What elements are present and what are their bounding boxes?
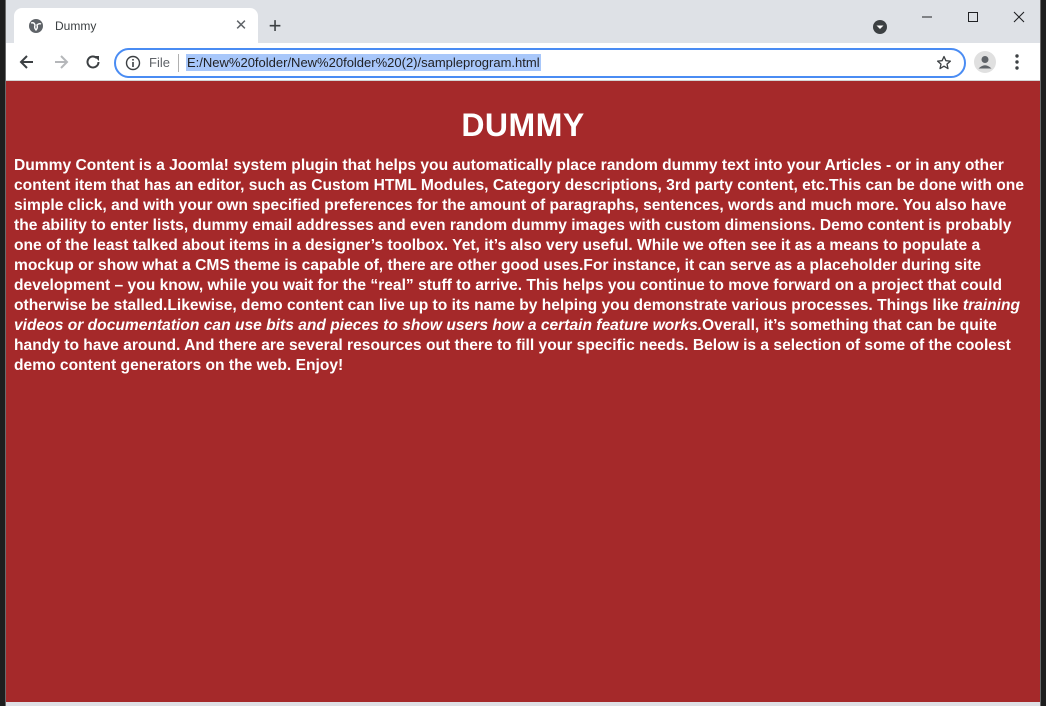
new-tab-button[interactable]: + bbox=[265, 15, 285, 37]
tab-title: Dummy bbox=[55, 19, 97, 33]
url-text[interactable]: E:/New%20folder/New%20folder%20(2)/sampl… bbox=[186, 54, 541, 71]
close-window-icon bbox=[1013, 11, 1025, 23]
globe-icon bbox=[28, 18, 44, 34]
close-icon[interactable]: ✕ bbox=[233, 18, 249, 34]
tab-dummy[interactable]: Dummy ✕ bbox=[14, 8, 258, 43]
maximize-button[interactable] bbox=[950, 0, 996, 34]
minimize-button[interactable] bbox=[904, 0, 950, 34]
minimize-icon bbox=[922, 16, 932, 18]
scheme-label: File bbox=[149, 55, 170, 70]
omnibox-divider bbox=[178, 54, 179, 72]
browser-toolbar: File E:/New%20folder/New%20folder%20(2)/… bbox=[6, 43, 1040, 81]
page-viewport: DUMMY Dummy Content is a Joomla! system … bbox=[6, 81, 1040, 702]
reload-icon[interactable] bbox=[83, 52, 103, 72]
tab-search-icon[interactable] bbox=[872, 19, 888, 35]
paragraph-text-start: Dummy Content is a Joomla! system plugin… bbox=[14, 157, 1024, 314]
tab-strip: Dummy ✕ + bbox=[6, 0, 1040, 43]
kebab-menu-icon[interactable] bbox=[1009, 53, 1025, 71]
maximize-icon bbox=[968, 12, 978, 22]
page-paragraph: Dummy Content is a Joomla! system plugin… bbox=[14, 156, 1032, 376]
info-icon[interactable] bbox=[125, 55, 141, 71]
page-heading: DUMMY bbox=[461, 107, 585, 143]
forward-arrow-icon[interactable] bbox=[51, 52, 71, 72]
browser-window: Dummy ✕ + File E:/New%20folder/New%20fol… bbox=[5, 0, 1041, 706]
address-bar[interactable]: File E:/New%20folder/New%20folder%20(2)/… bbox=[114, 48, 966, 78]
back-arrow-icon[interactable] bbox=[17, 52, 37, 72]
profile-avatar-icon[interactable] bbox=[974, 51, 996, 73]
window-close-button[interactable] bbox=[996, 0, 1042, 34]
bookmark-star-icon[interactable] bbox=[936, 55, 952, 71]
